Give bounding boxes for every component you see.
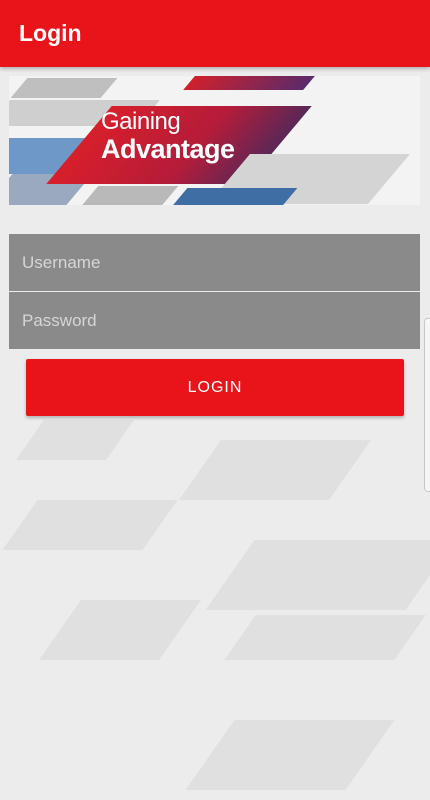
login-button[interactable]: LOGIN xyxy=(26,359,404,416)
edge-panel-handle[interactable] xyxy=(424,318,430,492)
gaining-advantage-banner: Gaining Advantage xyxy=(9,76,420,205)
banner-logo-text: Gaining Advantage xyxy=(101,110,235,163)
app-bar: Login xyxy=(0,0,430,67)
password-input[interactable] xyxy=(9,292,420,349)
banner-line-advantage: Advantage xyxy=(101,134,235,164)
page-title: Login xyxy=(19,20,82,46)
username-input[interactable] xyxy=(9,234,420,291)
banner-line-gaining: Gaining xyxy=(101,108,181,135)
